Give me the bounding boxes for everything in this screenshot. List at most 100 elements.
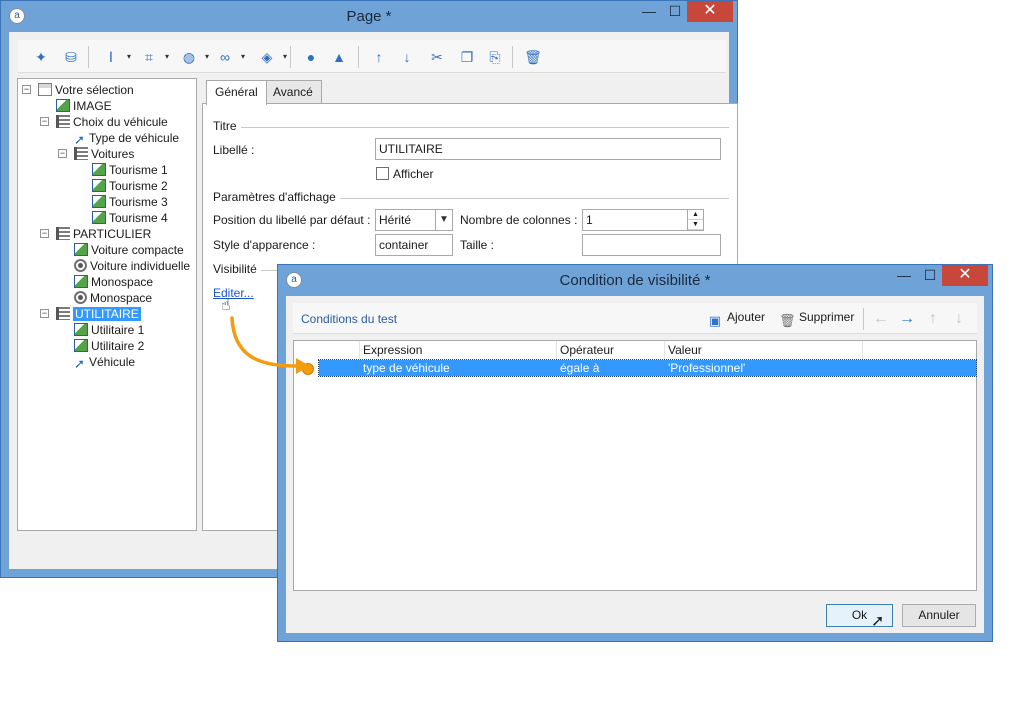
structure-tree[interactable]: − Votre sélection IMAGE − Choix du véhicule ➚… — [17, 78, 197, 531]
dialog-maximize-button[interactable]: ☐ — [917, 265, 943, 286]
style-label: Style d'apparence : — [213, 238, 316, 252]
tree-item[interactable]: − PARTICULIER — [40, 226, 151, 242]
collapse-icon[interactable]: − — [40, 117, 49, 126]
tree-item[interactable]: Monospace — [74, 290, 152, 306]
pic-control-icon — [56, 99, 70, 112]
dropdown-caret-icon[interactable]: ▾ — [241, 46, 245, 68]
conditions-grid[interactable]: Expression Opérateur Valeur type de véhi… — [293, 340, 977, 591]
tree-item-label: Votre sélection — [55, 83, 134, 97]
collapse-icon[interactable]: − — [58, 149, 67, 158]
copy-icon[interactable]: ❐ — [456, 46, 478, 68]
chevron-down-icon[interactable]: ▼ — [435, 210, 452, 230]
toolbar-separator — [512, 46, 513, 68]
shapes-icon[interactable]: ▲ — [328, 46, 350, 68]
wand-icon[interactable]: ✦ — [30, 46, 52, 68]
layers-icon[interactable]: ◈ ▾ — [256, 46, 287, 68]
text-cursor-icon[interactable]: Ⅰ ▾ — [100, 46, 131, 68]
header-expression[interactable]: Expression — [360, 341, 557, 359]
position-select[interactable]: Hérité ▼ — [375, 209, 453, 231]
tree-item[interactable]: Tourisme 3 — [92, 194, 168, 210]
hand-cursor-icon: ☝ — [221, 297, 231, 314]
style-input[interactable]: container — [375, 234, 453, 256]
tree-item[interactable]: IMAGE — [56, 98, 112, 114]
trash-icon[interactable]: 🗑 — [522, 46, 544, 68]
tree-item[interactable]: − UTILITAIRE — [40, 306, 142, 322]
globe-icon[interactable]: ◍ ▾ — [178, 46, 209, 68]
tree-item[interactable]: Tourisme 2 — [92, 178, 168, 194]
table-row[interactable]: type de véhicule égale à 'Professionnel' — [318, 359, 977, 377]
arrow-down-icon[interactable]: ↓ — [948, 309, 970, 329]
collapse-icon[interactable]: − — [22, 85, 31, 94]
dropdown-caret-icon[interactable]: ▾ — [283, 46, 287, 68]
page-toolbar: ✦ ⛁ Ⅰ ▾ ⌗ ▾ ◍ ▾ ∞ ▾ ◈ ▾ ● ▲ ↑ ↓ ✂ ❐ ⎘ 🗑 — [18, 40, 726, 73]
delete-button[interactable]: 🗑 Supprimer — [779, 310, 854, 329]
tree-item[interactable]: Tourisme 1 — [92, 162, 168, 178]
person-icon[interactable]: ● — [300, 46, 322, 68]
dropdown-caret-icon[interactable]: ▾ — [127, 46, 131, 68]
condition-status-icon — [302, 363, 314, 375]
tree-item-label: Voitures — [91, 147, 135, 161]
header-operateur[interactable]: Opérateur — [557, 341, 665, 359]
libelle-input[interactable]: UTILITAIRE — [375, 138, 721, 160]
tree-item[interactable]: Monospace — [74, 274, 153, 290]
dropdown-caret-icon[interactable]: ▾ — [165, 46, 169, 68]
arrow-left-icon[interactable]: ← — [870, 309, 892, 329]
arrow-right-icon[interactable]: → — [896, 309, 918, 329]
page-control-icon — [38, 83, 52, 96]
paste-icon[interactable]: ⎘ — [484, 46, 506, 68]
list-control-icon — [56, 307, 70, 320]
arrow-up-icon[interactable]: ↑ — [368, 46, 390, 68]
toolbar-separator — [358, 46, 359, 68]
collapse-icon[interactable]: − — [40, 229, 49, 238]
group-parametres: Paramètres d'affichage — [213, 190, 729, 204]
link-icon[interactable]: ∞ ▾ — [214, 46, 245, 68]
list-control-icon — [56, 227, 70, 240]
database-icon[interactable]: ⛁ — [60, 46, 82, 68]
tree-item-label: Monospace — [90, 291, 153, 305]
minimize-button[interactable]: — — [636, 1, 662, 22]
afficher-checkbox[interactable] — [376, 167, 389, 180]
collapse-icon[interactable]: − — [40, 309, 49, 318]
taille-input[interactable] — [582, 234, 721, 256]
tree-item[interactable]: Utilitaire 2 — [74, 338, 144, 354]
add-button[interactable]: ▣ Ajouter — [707, 310, 765, 329]
tree-item[interactable]: ➚ Type de véhicule — [74, 130, 180, 147]
pic-control-icon — [74, 339, 88, 352]
cancel-button[interactable]: Annuler — [902, 604, 976, 627]
tree-item[interactable]: Tourisme 4 — [92, 210, 168, 226]
editer-link[interactable]: Editer... — [213, 286, 254, 300]
taille-label: Taille : — [460, 238, 495, 252]
tree-item-label: Véhicule — [89, 355, 136, 369]
colonnes-stepper[interactable]: 1 ▲ ▼ — [582, 209, 704, 231]
form-control-icon[interactable]: ⌗ ▾ — [138, 46, 169, 68]
tree-item[interactable]: − Votre sélection — [22, 82, 134, 98]
dialog-titlebar[interactable]: a Condition de visibilité * — ☐ ✕ — [278, 265, 992, 295]
tree-item[interactable]: Utilitaire 1 — [74, 322, 144, 338]
list-control-icon — [56, 115, 70, 128]
pic-control-icon — [74, 323, 88, 336]
arrow-up-icon[interactable]: ↑ — [922, 309, 944, 329]
tab-avance[interactable]: Avancé — [264, 80, 322, 104]
scissors-icon[interactable]: ✂ — [426, 46, 448, 68]
maximize-button[interactable]: ☐ — [662, 1, 688, 22]
delete-button-label: Supprimer — [799, 310, 855, 324]
dialog-close-button[interactable]: ✕ — [942, 265, 988, 286]
tree-item[interactable]: Voiture individuelle — [74, 258, 190, 274]
tree-item[interactable]: − Choix du véhicule — [40, 114, 168, 130]
tree-item-label: Type de véhicule — [89, 131, 180, 145]
stepper-arrows-icon[interactable]: ▲ ▼ — [687, 210, 703, 230]
header-valeur[interactable]: Valeur — [665, 341, 863, 359]
dialog-minimize-button[interactable]: — — [891, 265, 917, 286]
arrow-down-icon[interactable]: ↓ — [396, 46, 418, 68]
dropdown-caret-icon[interactable]: ▾ — [205, 46, 209, 68]
tree-item[interactable]: − Voitures — [58, 146, 135, 162]
close-button[interactable]: ✕ — [687, 1, 733, 22]
tree-item-label: UTILITAIRE — [72, 306, 142, 322]
tab-general[interactable]: Général — [206, 80, 267, 105]
dialog-title: Condition de visibilité * — [559, 272, 711, 289]
page-titlebar[interactable]: a Page * — ☐ ✕ — [1, 1, 737, 31]
toolbar-separator — [88, 46, 89, 68]
tree-item[interactable]: ➚ Véhicule — [74, 354, 136, 371]
tree-item[interactable]: Voiture compacte — [74, 242, 184, 258]
conditions-caption: Conditions du test — [301, 312, 398, 326]
